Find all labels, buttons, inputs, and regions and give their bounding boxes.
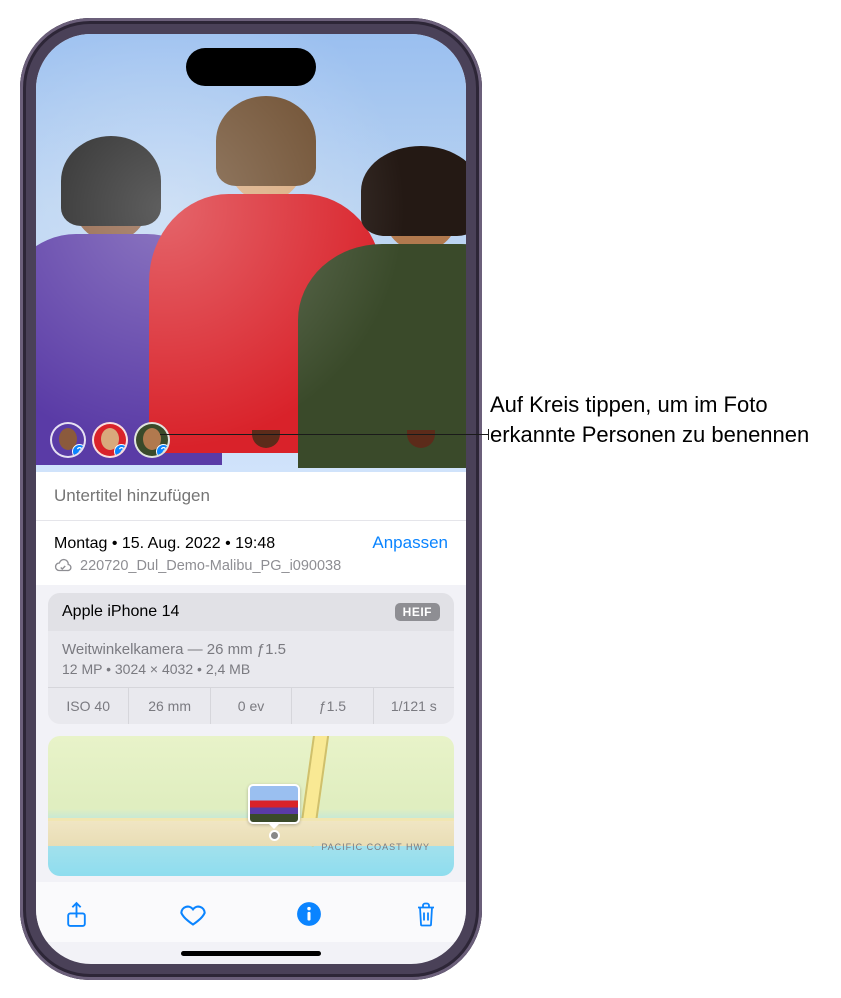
exif-row: ISO 40 26 mm 0 ev ƒ1.5 1/121 s [48,687,454,724]
bottom-toolbar [36,882,466,942]
location-map[interactable]: PACIFIC COAST HWY [48,736,454,876]
person-figure [176,102,356,472]
home-indicator[interactable] [181,951,321,956]
info-icon [296,901,322,927]
date-time-label: Montag • 15. Aug. 2022 • 19:48 [54,535,275,553]
share-icon [64,901,89,928]
map-pin[interactable] [248,784,300,839]
caption-row [36,472,466,520]
delete-button[interactable] [396,891,456,937]
callout-leader-line [160,434,488,435]
unknown-badge-icon [114,444,128,458]
person-figure [326,152,466,472]
map-road-label: PACIFIC COAST HWY [321,842,430,852]
metadata-block: Montag • 15. Aug. 2022 • 19:48 Anpassen … [36,521,466,585]
filename-label: 220720_Dul_Demo-Malibu_PG_i090038 [80,558,341,574]
format-badge: HEIF [395,603,440,621]
cloud-icon [54,557,72,575]
photo-viewer[interactable] [36,34,466,472]
caption-input[interactable] [54,486,448,506]
exif-aperture: ƒ1.5 [291,688,372,724]
exif-focal: 26 mm [128,688,209,724]
info-button[interactable] [279,891,339,937]
callout-leader-tick [488,429,489,440]
camera-info-card[interactable]: Apple iPhone 14 HEIF Weitwinkelkamera — … [48,593,454,724]
map-pin-thumbnail [248,784,300,824]
callout-text: Auf Kreis tippen, um im Foto erkannte Pe… [490,390,820,449]
unknown-badge-icon [72,444,86,458]
exif-ev: 0 ev [210,688,291,724]
exif-shutter: 1/121 s [373,688,454,724]
face-circle[interactable] [50,422,86,458]
iphone-frame: Montag • 15. Aug. 2022 • 19:48 Anpassen … [20,18,482,980]
lens-label: Weitwinkelkamera — 26 mm ƒ1.5 [62,641,440,658]
adjust-button[interactable]: Anpassen [372,533,448,553]
dynamic-island [186,48,316,86]
trash-icon [414,901,438,928]
device-model-label: Apple iPhone 14 [62,603,179,621]
heart-icon [179,901,207,927]
resolution-label: 12 MP • 3024 × 4032 • 2,4 MB [62,661,440,677]
exif-iso: ISO 40 [48,688,128,724]
face-circle[interactable] [134,422,170,458]
detected-faces-row [50,422,170,458]
favorite-button[interactable] [163,891,223,937]
share-button[interactable] [46,891,106,937]
unknown-badge-icon [156,444,170,458]
screen: Montag • 15. Aug. 2022 • 19:48 Anpassen … [36,34,466,964]
face-circle[interactable] [92,422,128,458]
